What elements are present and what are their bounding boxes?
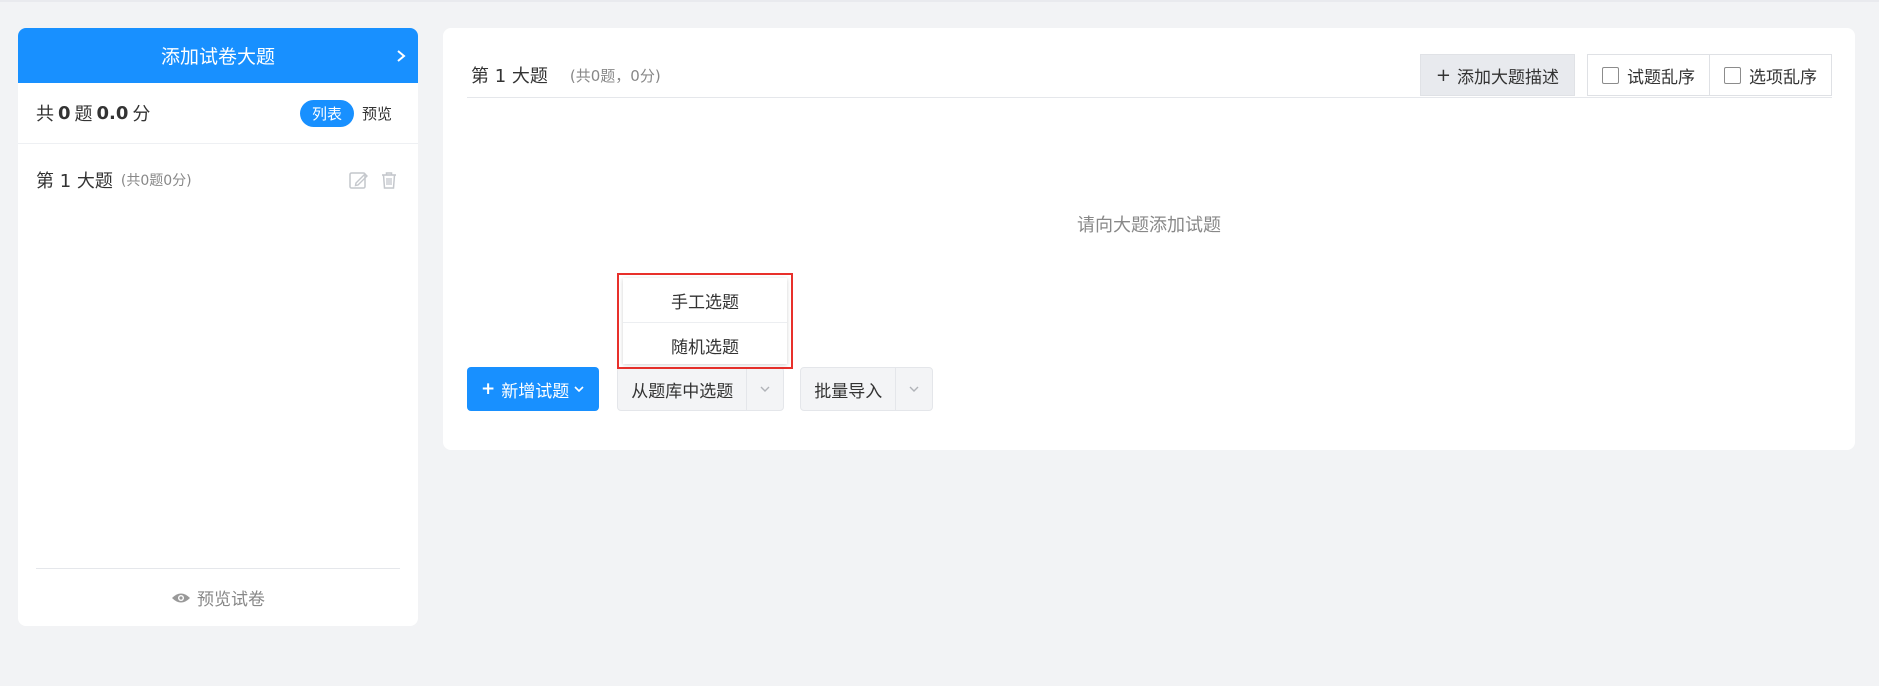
manual-select-menu-item[interactable]: 手工选题 (623, 278, 787, 322)
empty-state-hint: 请向大题添加试题 (1077, 215, 1221, 236)
preview-paper-label: 预览试卷 (197, 590, 265, 610)
eye-icon (172, 593, 190, 602)
exam-outline-panel: 添加试卷大题 共 0 题 0.0 分 列表 预览 第 1 大题 (共0题0分) (18, 28, 418, 626)
section-title: 第 1 大题 (471, 66, 548, 87)
batch-import-split-button: 批量导入 (800, 367, 934, 411)
shuffle-questions-checkbox[interactable]: 试题乱序 (1588, 55, 1709, 95)
add-question-dropdown-menu: 手工选题 随机选题 (617, 273, 793, 369)
top-divider (0, 0, 1879, 2)
checkbox-icon (1602, 66, 1619, 84)
select-from-bank-split-button: 从题库中选题 (617, 367, 785, 411)
add-question-button[interactable]: + 新增试题 (467, 367, 600, 411)
section-editor-panel: 第 1 大题 (共0题，0分) + 添加大题描述 试题乱序 选项乱序 请向大题添… (443, 28, 1855, 450)
shuffle-options-group: 试题乱序 选项乱序 (1587, 54, 1832, 96)
preview-view-tab[interactable]: 预览 (354, 100, 400, 127)
preview-paper-button[interactable]: 预览试卷 (36, 568, 400, 626)
dropdown-list: 手工选题 随机选题 (623, 278, 787, 364)
chevron-down-icon (760, 386, 770, 392)
select-from-bank-button[interactable]: 从题库中选题 (618, 368, 746, 410)
add-section-description-button[interactable]: + 添加大题描述 (1419, 54, 1575, 96)
shuffle-options-checkbox[interactable]: 选项乱序 (1709, 55, 1831, 95)
shuffle-questions-label: 试题乱序 (1627, 67, 1695, 88)
select-from-bank-dropdown[interactable] (746, 368, 783, 410)
question-actions: + 新增试题 从题库中选题 批量导入 (467, 367, 934, 411)
add-section-header-button[interactable]: 添加试卷大题 (18, 28, 418, 83)
summary-score: 0.0 (96, 102, 129, 124)
section-item-title: 第 1 大题 (36, 171, 113, 192)
list-view-tab[interactable]: 列表 (299, 99, 354, 127)
add-section-title: 添加试卷大题 (160, 46, 275, 68)
chevron-down-icon (909, 386, 919, 392)
checkbox-icon (1724, 66, 1741, 84)
plus-icon: + (481, 379, 496, 399)
section-item-count: (共0题0分) (120, 173, 192, 189)
chevron-right-icon (397, 49, 406, 62)
summary-prefix: 共 (36, 104, 54, 125)
chevron-down-icon (574, 386, 584, 393)
add-description-label: 添加大题描述 (1457, 67, 1559, 88)
random-select-menu-item[interactable]: 随机选题 (623, 322, 787, 367)
shuffle-options-label: 选项乱序 (1749, 67, 1817, 88)
section-list-item[interactable]: 第 1 大题 (共0题0分) (18, 144, 418, 216)
add-question-label: 新增试题 (501, 381, 570, 402)
summary-question-count: 0 (58, 102, 71, 124)
batch-import-button[interactable]: 批量导入 (801, 368, 895, 410)
section-count: (共0题，0分) (569, 66, 661, 85)
edit-icon[interactable] (348, 169, 370, 191)
summary-question-unit: 题 (74, 104, 93, 125)
plus-icon: + (1435, 64, 1451, 86)
section-header: 第 1 大题 (共0题，0分) + 添加大题描述 试题乱序 选项乱序 (467, 53, 1832, 98)
batch-import-dropdown[interactable] (895, 368, 932, 410)
summary-score-unit: 分 (132, 104, 151, 125)
trash-icon[interactable] (378, 169, 400, 191)
paper-summary: 共 0 题 0.0 分 列表 预览 (18, 83, 418, 144)
view-toggle: 列表 预览 (299, 99, 400, 127)
